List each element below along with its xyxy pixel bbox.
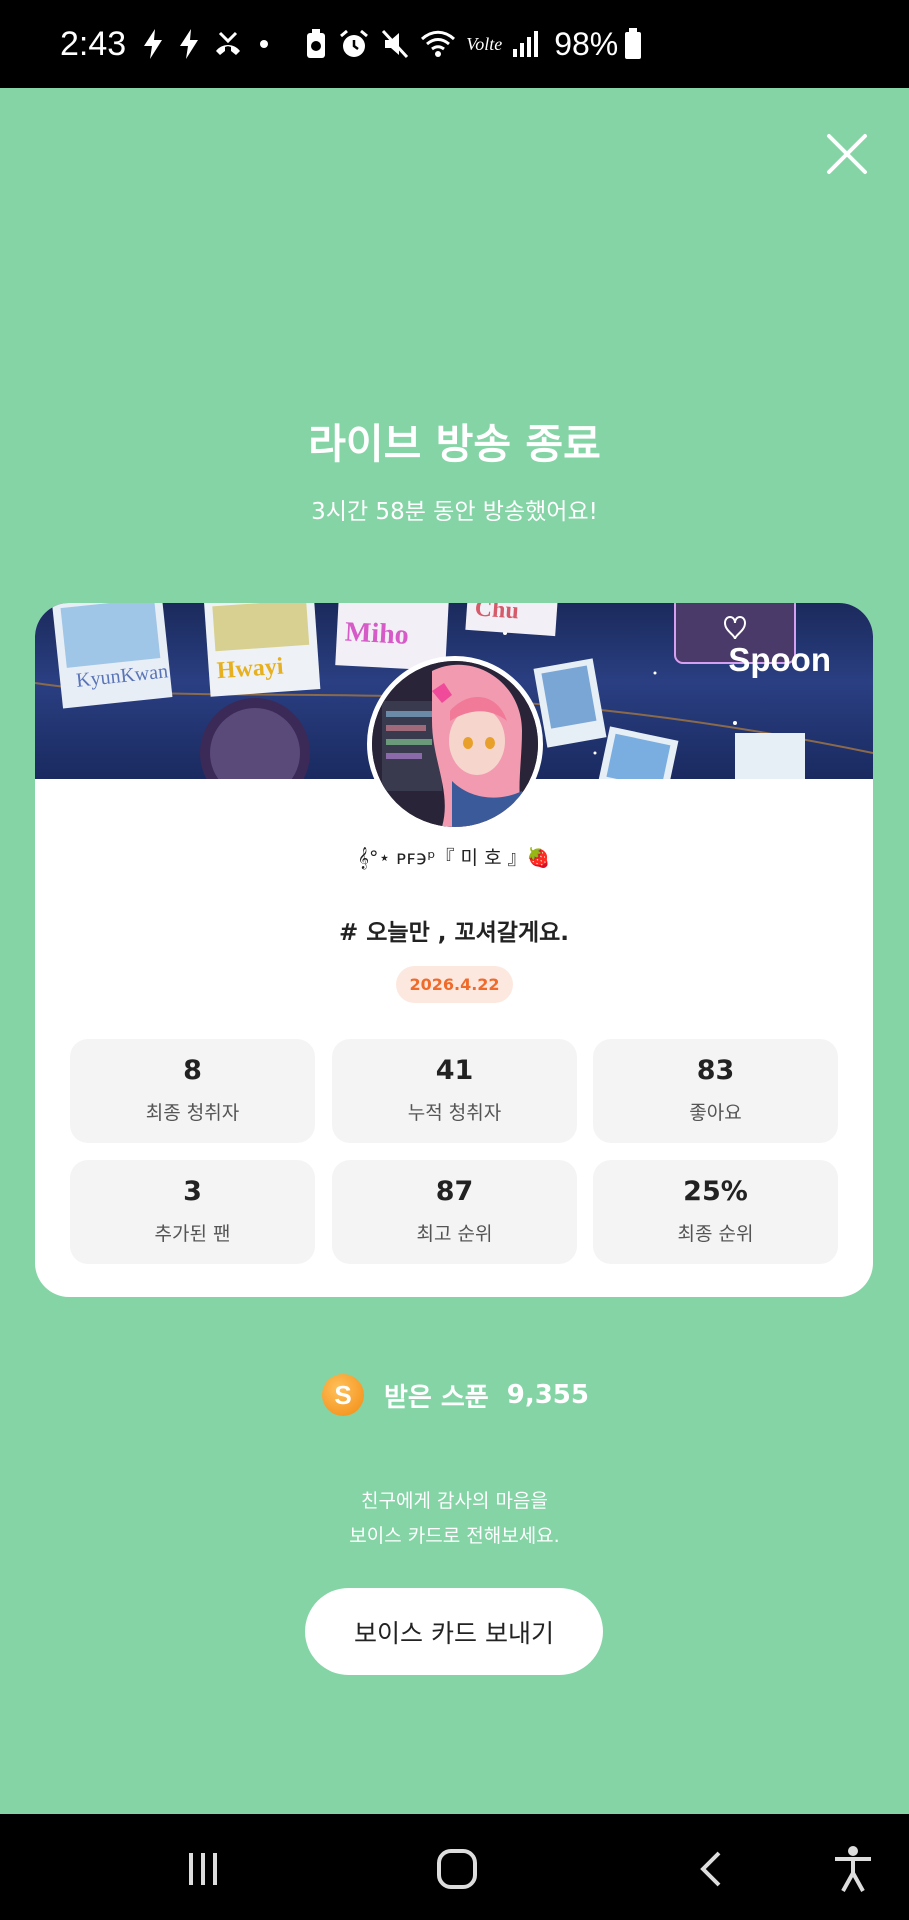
missed-call-icon xyxy=(212,24,244,64)
stat-value: 8 xyxy=(183,1055,202,1086)
stat-final-listeners: 8 최종 청취자 xyxy=(70,1039,315,1143)
dot-icon xyxy=(254,24,274,64)
status-right-icons: Volte 98% xyxy=(304,24,652,64)
stat-likes: 83 좋아요 xyxy=(593,1039,838,1143)
recent-apps-icon xyxy=(189,1853,217,1885)
svg-text:Hwayi: Hwayi xyxy=(216,654,285,685)
avatar[interactable] xyxy=(367,656,543,832)
alarm-icon xyxy=(338,24,370,64)
wifi-icon xyxy=(420,24,456,64)
svg-text:Miho: Miho xyxy=(344,617,409,651)
status-bar: 2:43 Volte 98% xyxy=(0,0,909,88)
battery-icon xyxy=(624,24,642,64)
broadcast-duration: 3시간 58분 동안 방송했어요! xyxy=(311,499,598,525)
mute-icon xyxy=(380,24,410,64)
broadcast-title: # 오늘만 , 꼬셔갈게요. xyxy=(338,920,570,946)
stat-label: 최고 순위 xyxy=(416,1223,493,1245)
spoon-coin-icon: S xyxy=(322,1374,364,1416)
stat-new-fans: 3 추가된 팬 xyxy=(70,1160,315,1264)
home-icon xyxy=(437,1849,477,1889)
volte-icon: Volte xyxy=(466,33,503,54)
close-button[interactable] xyxy=(826,133,868,175)
back-button[interactable] xyxy=(686,1844,736,1894)
battery-percent: 98% xyxy=(554,25,619,62)
stat-label: 최종 순위 xyxy=(677,1223,754,1245)
received-spoons-label: 받은 스푼 xyxy=(384,1382,489,1413)
stat-label: 좋아요 xyxy=(689,1102,742,1124)
system-nav-bar xyxy=(0,1814,909,1920)
stat-label: 누적 청취자 xyxy=(407,1102,502,1124)
stat-label: 최종 청취자 xyxy=(145,1102,240,1124)
accessibility-icon xyxy=(835,1846,871,1892)
broadcast-date-badge: 2026.4.22 xyxy=(396,966,513,1003)
flash-icon xyxy=(176,24,202,64)
accessibility-button[interactable] xyxy=(828,1844,878,1894)
thanks-message-line2: 보이스 카드로 전해보세요. xyxy=(349,1525,560,1547)
flash-icon xyxy=(140,24,166,64)
stat-total-listeners: 41 누적 청취자 xyxy=(332,1039,577,1143)
received-spoons-amount: 9,355 xyxy=(506,1380,589,1410)
battery-saver-icon xyxy=(304,24,328,64)
send-voice-card-button[interactable]: 보이스 카드 보내기 xyxy=(305,1588,603,1675)
status-time: 2:43 xyxy=(60,24,127,63)
thanks-message-line1: 친구에게 감사의 마음을 xyxy=(361,1490,548,1512)
avatar-image xyxy=(372,661,538,827)
stat-value: 3 xyxy=(183,1176,202,1207)
stat-value: 25% xyxy=(683,1176,748,1207)
stat-value: 87 xyxy=(435,1176,474,1207)
stat-value: 41 xyxy=(435,1055,474,1086)
back-icon xyxy=(700,1851,721,1887)
close-icon xyxy=(827,134,867,174)
user-nickname: 𝄞°⋆ ᴘꜰ϶ᵖ『 미 호 』🍓 xyxy=(357,847,551,869)
stat-value: 83 xyxy=(696,1055,735,1086)
broadcast-summary-card: KyunKwan Hwayi Miho Chu Spoon 𝄞°⋆ ᴘꜰ϶ᵖ『 … xyxy=(35,603,873,1297)
page-title: 라이브 방송 종료 xyxy=(308,420,601,468)
svg-text:Chu: Chu xyxy=(474,603,520,624)
recent-apps-button[interactable] xyxy=(178,1844,228,1894)
signal-icon xyxy=(512,24,539,64)
received-spoons: S 받은 스푼 9,355 xyxy=(322,1372,589,1418)
spoon-logo: Spoon xyxy=(728,641,831,678)
home-button[interactable] xyxy=(432,1844,482,1894)
stat-highest-rank: 87 최고 순위 xyxy=(332,1160,577,1264)
stat-final-rank: 25% 최종 순위 xyxy=(593,1160,838,1264)
stat-label: 추가된 팬 xyxy=(154,1223,231,1245)
